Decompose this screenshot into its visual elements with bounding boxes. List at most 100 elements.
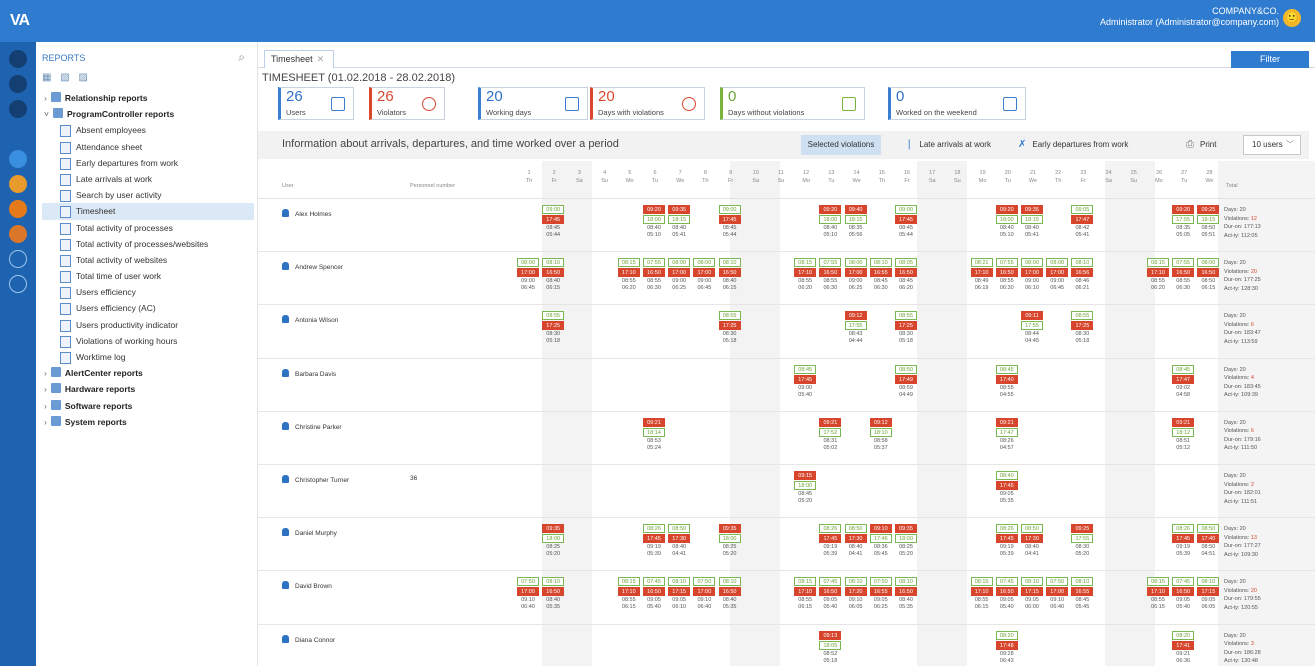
day-entry[interactable]: 08:26 17:45 09:19 05:39 (819, 524, 842, 558)
sidebar-item[interactable]: Users efficiency (AC) (42, 300, 254, 316)
day-entry[interactable]: 08:20 17:41 09:21 06:36 (1172, 630, 1195, 665)
day-entry[interactable]: 08:10 17:15 09:05 06:05 (1197, 577, 1220, 611)
rail-shield-icon[interactable] (9, 175, 27, 193)
day-entry[interactable]: 08:15 17:10 08:55 06:15 (1147, 577, 1169, 611)
sidebar-item[interactable]: Users efficiency (42, 284, 254, 300)
day-header[interactable]: 24 Sa (1097, 169, 1121, 185)
day-entry[interactable]: 09:20 17:55 08:35 05:05 (1172, 205, 1195, 239)
user-name[interactable]: Christine Parker (282, 422, 342, 431)
day-header[interactable]: 19 Mo (971, 169, 995, 185)
rail-filter-icon[interactable] (9, 125, 27, 143)
day-entry[interactable]: 08:15 17:10 08:55 06:20 (617, 258, 640, 292)
sidebar-item[interactable]: Attendance sheet (42, 139, 254, 155)
filter-button[interactable]: Filter (1231, 51, 1309, 68)
day-entry[interactable]: 08:55 17:25 08:30 05:18 (1071, 311, 1094, 345)
day-entry[interactable]: 09:25 17:55 08:30 05:20 (1071, 524, 1094, 558)
sidebar-item[interactable]: Late arrivals at work (42, 171, 254, 187)
day-header[interactable]: 28 We (1197, 169, 1221, 185)
sidebar-item[interactable]: Total activity of processes/websites (42, 236, 254, 252)
day-entry[interactable]: 07:45 16:50 09:05 05:40 (995, 577, 1018, 611)
day-entry[interactable]: 09:35 18:00 08:25 05:20 (542, 524, 565, 558)
day-header[interactable]: 12 Mo (794, 169, 818, 185)
summary-card[interactable]: 0 Days without violations (720, 87, 865, 120)
day-entry[interactable]: 08:00 16:50 08:50 06:15 (1197, 258, 1220, 292)
day-entry[interactable]: 07:55 16:50 08:55 06:30 (643, 258, 665, 292)
sidebar-item[interactable]: › Relationship reports (42, 90, 254, 106)
day-entry[interactable]: 09:21 18:14 08:53 05:24 (643, 417, 665, 452)
day-entry[interactable]: 07:55 16:50 08:55 06:30 (1172, 258, 1195, 292)
day-entry[interactable]: 08:15 17:10 08:55 06:20 (794, 258, 817, 292)
day-entry[interactable]: 08:55 17:25 08:30 05:18 (542, 311, 565, 345)
day-header[interactable]: 2 Fr (542, 169, 566, 185)
day-entry[interactable]: 08:10 16:50 08:40 06:15 (718, 258, 741, 292)
day-entry[interactable]: 08:10 16:55 08:45 05:45 (1071, 577, 1094, 611)
sidebar-item[interactable]: › AlertCenter reports (42, 365, 254, 381)
user-name[interactable]: Daniel Murphy (282, 528, 337, 537)
day-header[interactable]: 26 Mo (1147, 169, 1171, 185)
user-name[interactable]: Barbara Davis (282, 369, 336, 378)
day-header[interactable]: 9 Fr (719, 169, 743, 185)
expand-arrow-icon[interactable]: › (44, 401, 47, 411)
sidebar-item[interactable]: Users productivity indicator (42, 317, 254, 333)
app-logo[interactable]: VA (10, 12, 30, 30)
day-entry[interactable]: 09:05 17:47 08:42 05:41 (1071, 205, 1094, 239)
day-entry[interactable]: 07:55 16:50 08:55 06:30 (819, 258, 842, 292)
sidebar-item[interactable]: Early departures from work (42, 155, 254, 171)
day-entry[interactable]: 09:12 17:55 08:43 04:44 (844, 311, 867, 345)
day-entry[interactable]: 09:13 18:05 08:52 05:18 (819, 630, 842, 665)
sidebar-item[interactable]: Total time of user work (42, 268, 254, 284)
day-header[interactable]: 11 Su (769, 169, 793, 185)
day-header[interactable]: 18 Su (945, 169, 969, 185)
day-entry[interactable]: 08:05 16:50 08:45 06:20 (895, 258, 917, 292)
day-entry[interactable]: 08:40 17:45 09:05 05:35 (995, 471, 1018, 505)
day-entry[interactable]: 08:15 17:10 08:55 06:15 (970, 577, 993, 611)
day-entry[interactable]: 08:45 17:40 08:55 04:55 (995, 364, 1018, 399)
day-entry[interactable]: 08:10 17:15 09:05 06:00 (1021, 577, 1043, 611)
day-entry[interactable]: 08:50 17:30 08:40 04:41 (668, 524, 691, 558)
day-entry[interactable]: 09:15 18:00 08:45 05:20 (794, 471, 817, 505)
day-entry[interactable]: 08:21 17:10 08:49 06:19 (970, 258, 993, 292)
expand-arrow-icon[interactable]: › (44, 368, 47, 378)
day-entry[interactable]: 08:00 17:00 09:00 06:25 (668, 258, 691, 292)
sidebar-item[interactable]: › System reports (42, 414, 254, 430)
day-header[interactable]: 3 Sa (567, 169, 591, 185)
expand-arrow-icon[interactable]: › (44, 93, 47, 103)
day-entry[interactable]: 08:00 17:00 09:00 06:45 (517, 258, 539, 292)
sidebar-item[interactable]: Total activity of processes (42, 220, 254, 236)
summary-card[interactable]: 20 Days with violations (590, 87, 705, 120)
day-entry[interactable]: 08:26 17:45 09:19 05:39 (1172, 524, 1195, 558)
day-header[interactable]: 13 Tu (819, 169, 843, 185)
day-entry[interactable]: 09:20 18:00 08:40 05:10 (643, 205, 665, 239)
close-icon[interactable]: ✕ (317, 54, 325, 64)
tab-timesheet[interactable]: Timesheet ✕ (264, 50, 334, 68)
day-entry[interactable]: 08:10 16:55 08:45 06:30 (869, 258, 892, 292)
summary-card[interactable]: 26 Users (278, 87, 354, 120)
day-entry[interactable]: 08:50 17:49 08:59 04:49 (895, 364, 917, 399)
day-entry[interactable]: 08:00 17:00 09:00 06:25 (844, 258, 867, 292)
day-entry[interactable]: 07:50 17:00 09:10 06:40 (693, 577, 716, 611)
day-entry[interactable]: 08:10 16:50 08:40 06:15 (542, 258, 565, 292)
sidebar-item[interactable]: Total activity of websites (42, 252, 254, 268)
day-header[interactable]: 17 Sa (920, 169, 944, 185)
sidebar-item[interactable]: Timesheet (42, 203, 254, 220)
day-entry[interactable]: 08:15 17:10 08:55 06:15 (617, 577, 640, 611)
sidebar-item[interactable]: ˅ ProgramController reports (42, 106, 254, 122)
rail-reports-icon[interactable] (9, 75, 27, 93)
day-entry[interactable]: 09:25 18:15 08:50 05:51 (1197, 205, 1220, 239)
summary-card[interactable]: 26 Violators (369, 87, 445, 120)
search-icon[interactable]: ⌕ (238, 50, 245, 65)
day-entry[interactable]: 08:10 16:56 08:46 06:21 (1071, 258, 1094, 292)
user-name[interactable]: Diana Connor (282, 635, 335, 644)
sidebar-item[interactable]: › Software reports (42, 398, 254, 414)
day-entry[interactable]: 09:00 17:45 08:45 05:44 (895, 205, 917, 239)
sidebar-item[interactable]: Absent employees (42, 122, 254, 138)
day-header[interactable]: 23 Fr (1071, 169, 1095, 185)
day-entry[interactable]: 09:21 17:47 08:26 04:57 (995, 417, 1018, 452)
header-total[interactable]: Total (1226, 183, 1238, 189)
day-entry[interactable]: 07:50 17:00 09:10 06:40 (517, 577, 539, 611)
avatar[interactable]: 🙂 (1283, 9, 1301, 27)
users-dropdown[interactable]: 10 users ﹀ (1243, 135, 1301, 155)
day-entry[interactable]: 09:10 17:46 08:36 05:45 (869, 524, 892, 558)
day-entry[interactable]: 08:10 16:50 08:40 05:35 (895, 577, 917, 611)
day-header[interactable]: 16 Fr (895, 169, 919, 185)
